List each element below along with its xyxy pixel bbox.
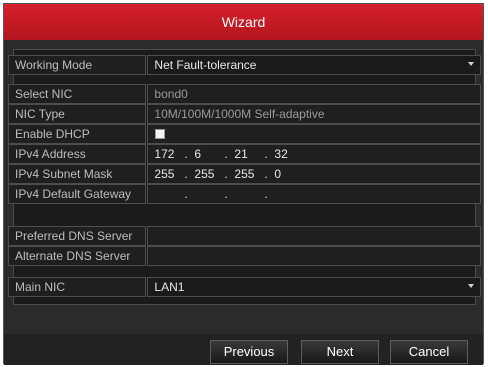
chevron-down-icon — [468, 62, 474, 66]
subnet-octet-1[interactable]: 255 — [154, 165, 184, 183]
subnet-octet-2[interactable]: 255 — [194, 165, 224, 183]
ip-dot: . — [224, 167, 228, 181]
row-nic-type: NIC Type 10M/100M/1000M Self-adaptive — [8, 104, 481, 126]
ipv4-address-octet-2[interactable]: 6 — [194, 145, 224, 163]
title-bar: Wizard — [4, 4, 483, 40]
ip-dot: . — [184, 147, 188, 161]
select-nic-label: Select NIC — [8, 84, 147, 104]
working-mode-label: Working Mode — [8, 55, 147, 75]
row-ipv4-subnet-mask: IPv4 Subnet Mask 255. 255. 255. 0 — [8, 164, 481, 186]
ipv4-default-gateway-label: IPv4 Default Gateway — [8, 184, 147, 204]
enable-dhcp-checkbox[interactable] — [155, 129, 166, 139]
ipv4-address-octet-4[interactable]: 32 — [274, 145, 304, 163]
working-mode-dropdown[interactable]: Net Fault-tolerance — [147, 55, 481, 75]
enable-dhcp-label: Enable DHCP — [8, 124, 147, 144]
main-nic-value: LAN1 — [154, 280, 185, 294]
preferred-dns-label: Preferred DNS Server — [8, 226, 147, 246]
ipv4-default-gateway-input[interactable]: ... — [147, 184, 481, 204]
row-preferred-dns: Preferred DNS Server — [8, 226, 481, 248]
ipv4-subnet-mask-input[interactable]: 255. 255. 255. 0 — [147, 164, 481, 184]
row-ipv4-address: IPv4 Address 172. 6. 21. 32 — [8, 144, 481, 166]
next-button[interactable]: Next — [301, 340, 379, 364]
subnet-octet-3[interactable]: 255 — [234, 165, 264, 183]
preferred-dns-input[interactable] — [147, 226, 481, 246]
alternate-dns-input[interactable] — [147, 246, 481, 266]
alternate-dns-label: Alternate DNS Server — [8, 246, 147, 266]
row-enable-dhcp: Enable DHCP — [8, 124, 481, 146]
main-nic-dropdown[interactable]: LAN1 — [147, 277, 481, 297]
row-alternate-dns: Alternate DNS Server — [8, 246, 481, 268]
previous-button[interactable]: Previous — [210, 340, 288, 364]
ip-dot: . — [264, 187, 268, 201]
ip-dot: . — [184, 167, 188, 181]
working-mode-value: Net Fault-tolerance — [154, 58, 257, 72]
cancel-button[interactable]: Cancel — [390, 340, 468, 364]
nic-type-label: NIC Type — [8, 104, 147, 124]
window-title: Wizard — [221, 14, 266, 30]
row-main-nic: Main NIC LAN1 — [8, 277, 481, 299]
select-nic-value: bond0 — [147, 84, 481, 104]
row-ipv4-default-gateway: IPv4 Default Gateway ... — [8, 184, 481, 206]
ipv4-address-input[interactable]: 172. 6. 21. 32 — [147, 144, 481, 164]
ip-dot: . — [264, 167, 268, 181]
nic-type-value: 10M/100M/1000M Self-adaptive — [147, 104, 481, 124]
enable-dhcp-field — [147, 124, 481, 144]
main-nic-label: Main NIC — [8, 277, 147, 297]
ip-dot: . — [184, 187, 188, 201]
row-select-nic: Select NIC bond0 — [8, 84, 481, 106]
ip-dot: . — [224, 187, 228, 201]
ipv4-subnet-mask-label: IPv4 Subnet Mask — [8, 164, 147, 184]
subnet-octet-4[interactable]: 0 — [274, 165, 304, 183]
ipv4-address-octet-3[interactable]: 21 — [234, 145, 264, 163]
ipv4-address-label: IPv4 Address — [8, 144, 147, 164]
wizard-window: Wizard Working Mode Net Fault-tolerance … — [3, 3, 484, 365]
ipv4-address-octet-1[interactable]: 172 — [154, 145, 184, 163]
chevron-down-icon — [468, 284, 474, 288]
row-working-mode: Working Mode Net Fault-tolerance — [8, 55, 481, 77]
ip-dot: . — [264, 147, 268, 161]
ip-dot: . — [224, 147, 228, 161]
